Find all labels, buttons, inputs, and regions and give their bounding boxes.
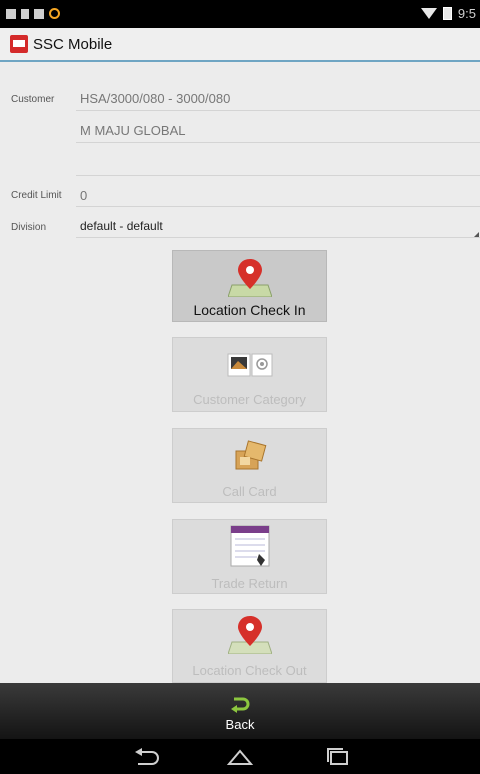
customer-code-field[interactable]: HSA/3000/080 - 3000/080 xyxy=(80,91,230,106)
call-card-icon xyxy=(235,440,266,470)
divider xyxy=(76,206,480,207)
customer-category-label: Customer Category xyxy=(193,392,306,407)
location-check-in-label: Location Check In xyxy=(193,302,306,318)
trade-return-button[interactable]: Trade Return xyxy=(172,519,327,594)
action-bar: SSC Mobile xyxy=(0,28,480,62)
alert-icon xyxy=(49,8,60,19)
nav-home-icon[interactable] xyxy=(225,748,255,766)
customer-category-button[interactable]: Customer Category xyxy=(172,337,327,412)
clock: 9:5 xyxy=(457,6,476,21)
customer-name-field[interactable]: M MAJU GLOBAL xyxy=(80,123,185,138)
back-arrow-icon xyxy=(231,697,250,713)
divider xyxy=(76,175,480,176)
location-check-in-button[interactable]: Location Check In xyxy=(172,250,327,322)
call-card-label: Call Card xyxy=(222,484,277,499)
battery-icon xyxy=(442,7,452,20)
divider xyxy=(76,110,480,111)
system-nav-bar xyxy=(0,739,480,774)
document-icon xyxy=(21,8,29,19)
notification-icons xyxy=(6,8,60,19)
app-title: SSC Mobile xyxy=(33,36,113,53)
nav-back-icon[interactable] xyxy=(132,748,162,766)
screenshot-icon xyxy=(6,8,16,19)
call-card-button[interactable]: Call Card xyxy=(172,428,327,503)
bag-icon xyxy=(34,8,44,19)
system-status: 9:5 xyxy=(420,6,476,21)
credit-limit-label: Credit Limit xyxy=(11,190,62,201)
location-check-out-button[interactable]: Location Check Out xyxy=(172,609,327,683)
map-pin-icon xyxy=(227,616,272,654)
spinner-underline xyxy=(76,237,480,238)
trade-return-label: Trade Return xyxy=(211,576,288,591)
dropdown-arrow-icon xyxy=(474,232,479,237)
customer-category-icon xyxy=(227,353,272,377)
app-logo-icon xyxy=(10,35,28,53)
nav-recents-icon[interactable] xyxy=(323,748,353,766)
bottom-action-bar: Back xyxy=(0,683,480,739)
trade-return-icon xyxy=(230,525,269,567)
divider xyxy=(76,142,480,143)
status-bar: 9:5 xyxy=(0,0,480,28)
back-button[interactable]: Back xyxy=(200,683,280,739)
map-pin-icon xyxy=(227,259,272,297)
location-check-out-label: Location Check Out xyxy=(192,663,307,678)
customer-label: Customer xyxy=(11,94,55,105)
credit-limit-value: 0 xyxy=(80,188,88,203)
wifi-icon xyxy=(420,8,437,19)
division-label: Division xyxy=(11,222,47,233)
back-label: Back xyxy=(225,717,255,732)
division-value: default - default xyxy=(80,219,163,233)
